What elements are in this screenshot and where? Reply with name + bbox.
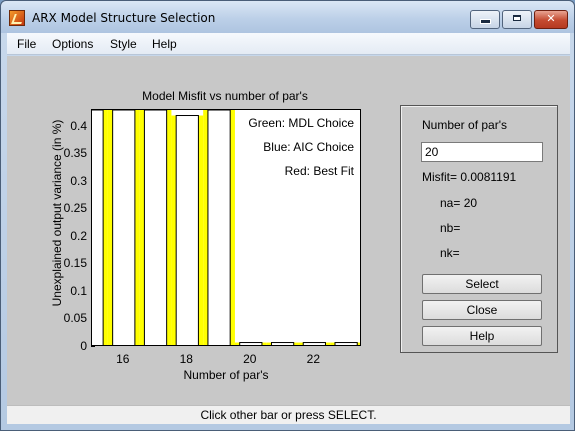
menu-options[interactable]: Options <box>52 37 93 51</box>
y-tick-label: 0.05 <box>63 311 87 326</box>
nk-readout: nk= <box>440 246 460 260</box>
figure-client-area: Model Misfit vs number of par's Unexplai… <box>7 56 570 424</box>
x-axis-label: Number of par's <box>183 368 269 382</box>
misfit-readout: Misfit= 0.0081191 <box>422 170 517 184</box>
arx-window: ARX Model Structure Selection ✕ File Opt… <box>0 0 575 431</box>
y-tick-label: 0.3 <box>70 173 87 188</box>
plot-title: Model Misfit vs number of par's <box>142 89 308 103</box>
menu-file[interactable]: File <box>17 37 36 51</box>
npar-input[interactable]: 20 <box>421 142 543 162</box>
y-tick-label: 0.2 <box>70 228 87 243</box>
legend-mdl: Green: MDL Choice <box>248 116 354 130</box>
select-button[interactable]: Select <box>422 274 542 294</box>
na-readout: na= 20 <box>440 196 478 210</box>
structure-panel: Number of par's 20 Misfit= 0.0081191 na=… <box>400 105 558 353</box>
misfit-axes[interactable]: Green: MDL Choice Blue: AIC Choice Red: … <box>91 109 361 346</box>
y-tick-mark <box>91 346 95 347</box>
help-button[interactable]: Help <box>422 326 542 346</box>
y-tick-label: 0.4 <box>70 118 87 133</box>
misfit-bar-outline-21[interactable] <box>270 342 295 346</box>
x-tick-label: 20 <box>243 352 257 366</box>
maximize-button[interactable] <box>502 10 532 29</box>
legend-aic: Blue: AIC Choice <box>263 140 354 154</box>
menu-help[interactable]: Help <box>152 37 177 51</box>
close-button[interactable]: Close <box>422 300 542 320</box>
misfit-bar-outline-16[interactable] <box>112 110 136 346</box>
x-tick-label: 18 <box>179 352 193 366</box>
y-tick-label: 0.1 <box>70 283 87 298</box>
status-bar: Click other bar or press SELECT. <box>7 405 570 424</box>
maximize-icon <box>513 15 521 22</box>
misfit-bar-outline-18[interactable] <box>175 115 199 346</box>
x-tick-label: 16 <box>116 352 130 366</box>
window-title: ARX Model Structure Selection <box>32 11 216 25</box>
menu-bar: File Options Style Help <box>7 33 570 55</box>
misfit-bar-outline-17[interactable] <box>143 110 168 346</box>
misfit-bar-outline-22[interactable] <box>302 342 326 346</box>
misfit-bar-outline-19[interactable] <box>207 110 231 346</box>
y-tick-label: 0.15 <box>63 256 87 271</box>
nb-readout: nb= <box>440 221 461 235</box>
title-bar[interactable]: ARX Model Structure Selection ✕ <box>1 1 574 33</box>
matlab-icon <box>9 10 25 26</box>
x-tick-label: 22 <box>306 352 321 366</box>
minimize-icon <box>479 18 491 24</box>
close-icon: ✕ <box>546 13 556 25</box>
misfit-bar-outline-15[interactable] <box>92 110 104 346</box>
npar-label: Number of par's <box>422 118 507 132</box>
y-tick-label: 0.35 <box>63 146 87 161</box>
y-tick-label: 0 <box>80 339 87 353</box>
minimize-button[interactable] <box>470 10 500 29</box>
misfit-bar-outline-20[interactable] <box>239 342 263 346</box>
menu-style[interactable]: Style <box>110 37 137 51</box>
legend-best-fit: Red: Best Fit <box>284 164 354 178</box>
close-window-button[interactable]: ✕ <box>534 10 568 29</box>
y-tick-label: 0.25 <box>63 201 87 216</box>
misfit-bar-outline-23[interactable] <box>334 342 358 346</box>
